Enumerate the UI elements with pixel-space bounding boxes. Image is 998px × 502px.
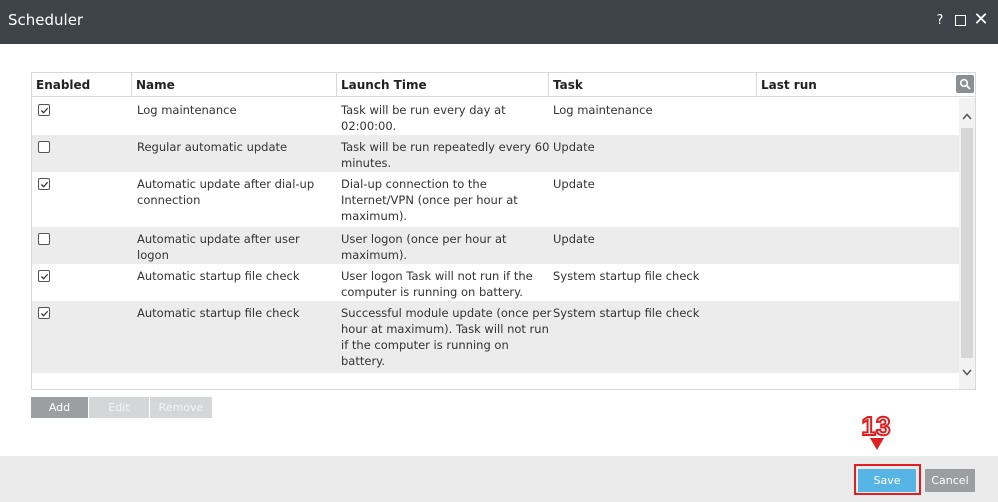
row-launch-time: Task will be run repeatedly every 60 min… [341, 140, 550, 170]
edit-button[interactable]: Edit [89, 397, 149, 418]
table-row[interactable]: Automatic startup file check Successful … [32, 301, 960, 373]
row-name: Regular automatic update [137, 140, 288, 154]
column-header-name[interactable]: Name [132, 73, 337, 97]
row-task: Update [553, 177, 595, 191]
table-body: Log maintenance Task will be run every d… [32, 98, 960, 373]
enabled-checkbox[interactable] [38, 178, 50, 190]
scroll-down-icon[interactable] [959, 364, 975, 380]
row-task: System startup file check [553, 306, 700, 320]
enabled-checkbox[interactable] [38, 104, 50, 116]
row-name: Automatic startup file check [137, 306, 300, 320]
table-row[interactable]: Log maintenance Task will be run every d… [32, 98, 960, 135]
step-annotation: 13 [858, 408, 894, 450]
window-title: Scheduler [8, 11, 84, 29]
help-icon[interactable]: ? [933, 12, 947, 28]
row-task: Update [553, 232, 595, 246]
row-launch-time: User logon (once per hour at maximum). [341, 232, 507, 262]
window-controls: ? ✕ [933, 11, 989, 29]
column-header-last-run[interactable]: Last run [757, 73, 957, 97]
column-header-enabled[interactable]: Enabled [32, 73, 132, 97]
row-name: Automatic update after dial-up connectio… [137, 177, 315, 207]
close-icon[interactable]: ✕ [973, 11, 988, 29]
enabled-checkbox[interactable] [38, 307, 50, 319]
save-button[interactable]: Save [858, 469, 916, 492]
search-icon[interactable] [956, 75, 974, 93]
annotation-arrow-icon [870, 438, 884, 450]
enabled-checkbox[interactable] [38, 233, 50, 245]
title-bar: Scheduler ? ✕ [0, 0, 998, 44]
scrollbar-thumb[interactable] [961, 128, 973, 358]
table-row[interactable]: Automatic startup file check User logon … [32, 264, 960, 301]
scroll-up-icon[interactable] [959, 108, 975, 124]
table-header: Enabled Name Launch Time Task Last run [32, 73, 975, 97]
table-row[interactable]: Regular automatic update Task will be ru… [32, 135, 960, 172]
row-launch-time: Dial-up connection to the Internet/VPN (… [341, 177, 518, 223]
scheduler-table: Enabled Name Launch Time Task Last run L… [31, 72, 976, 390]
task-actions: Add Edit Remove [31, 397, 212, 418]
remove-button[interactable]: Remove [150, 397, 212, 418]
dialog-footer [0, 456, 998, 502]
row-name: Automatic update after user logon [137, 232, 300, 262]
column-header-task[interactable]: Task [549, 73, 757, 97]
row-launch-time: Task will be run every day at 02:00:00. [341, 103, 506, 133]
table-row[interactable]: Automatic update after dial-up connectio… [32, 172, 960, 227]
add-button[interactable]: Add [31, 397, 88, 418]
row-task: System startup file check [553, 269, 700, 283]
enabled-checkbox[interactable] [38, 270, 50, 282]
column-header-launch-time[interactable]: Launch Time [337, 73, 549, 97]
table-row[interactable]: Automatic update after user logon User l… [32, 227, 960, 264]
row-task: Update [553, 140, 595, 154]
row-name: Automatic startup file check [137, 269, 300, 283]
cancel-button[interactable]: Cancel [925, 469, 975, 492]
row-launch-time: User logon Task will not run if the comp… [341, 269, 533, 299]
enabled-checkbox[interactable] [38, 141, 50, 153]
row-launch-time: Successful module update (once per hour … [341, 306, 552, 368]
maximize-icon[interactable] [955, 14, 966, 26]
vertical-scrollbar[interactable] [959, 98, 975, 389]
row-name: Log maintenance [137, 103, 237, 117]
row-task: Log maintenance [553, 103, 653, 117]
